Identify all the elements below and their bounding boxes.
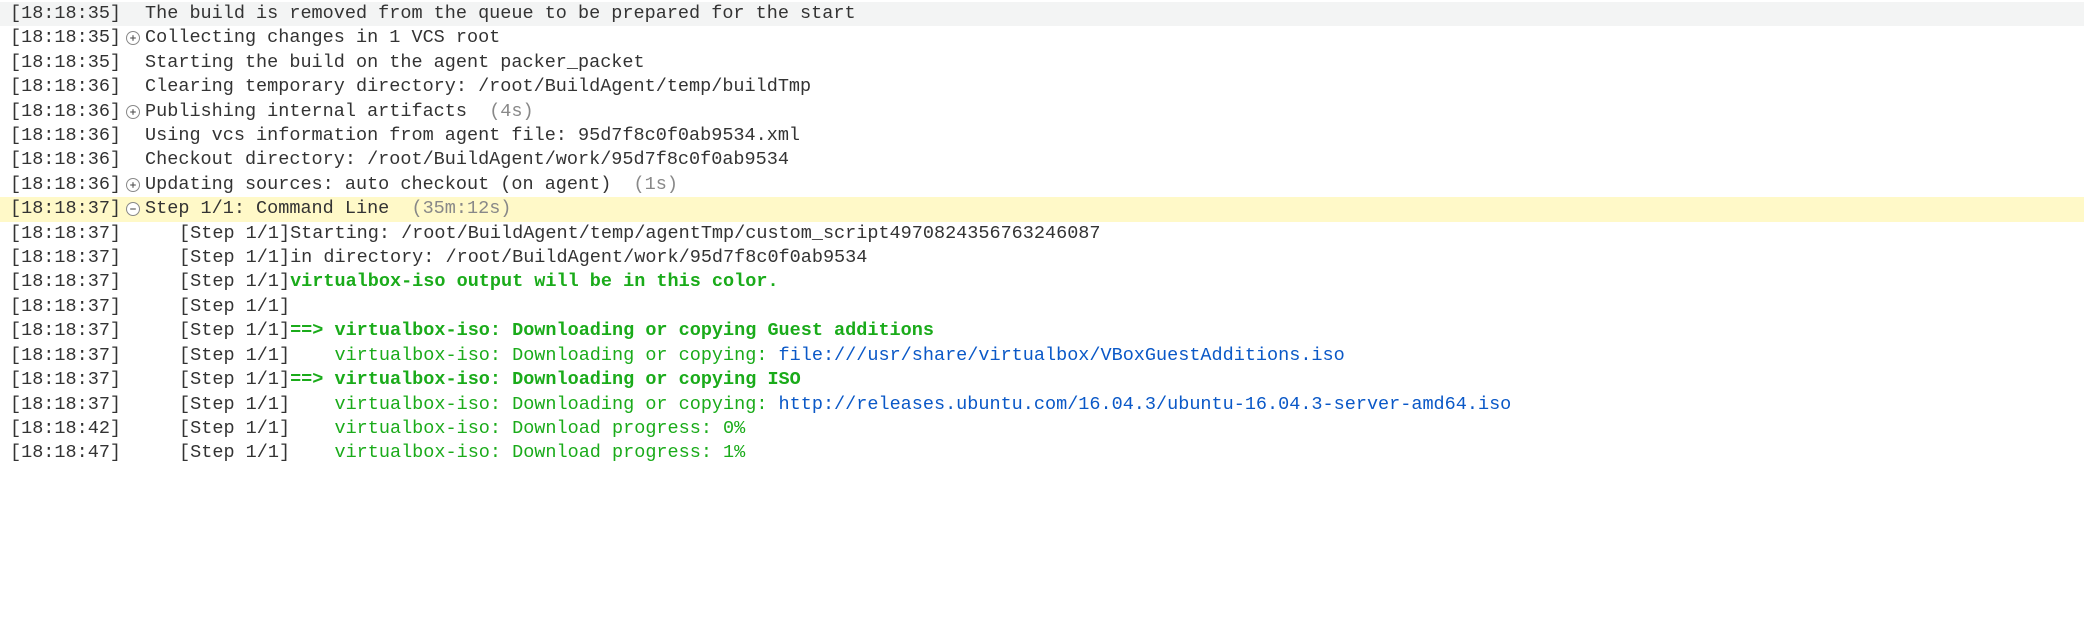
expand-icon[interactable] [126, 105, 140, 119]
log-text: virtualbox-iso: Downloading or copying: [290, 344, 778, 368]
log-line: [18:18:36]Publishing internal artifacts … [0, 100, 2084, 124]
timestamp: [18:18:37] [10, 319, 121, 343]
step-prefix: [Step 1/1] [179, 270, 290, 294]
step-prefix: [Step 1/1] [179, 441, 290, 465]
gutter [121, 202, 145, 216]
log-text: (1s) [622, 173, 678, 197]
timestamp: [18:18:47] [10, 441, 121, 465]
log-line: [18:18:36] Clearing temporary directory: … [0, 75, 2084, 99]
timestamp: [18:18:37] [10, 270, 121, 294]
log-line: [18:18:37] [Step 1/1] in directory: /root… [0, 246, 2084, 270]
timestamp: [18:18:37] [10, 344, 121, 368]
log-line: [18:18:37] [Step 1/1] [0, 295, 2084, 319]
log-text: (35m:12s) [400, 197, 511, 221]
log-text: virtualbox-iso output will be in this co… [290, 270, 778, 294]
log-line: [18:18:37] Step 1/1: Command Line (35m:12… [0, 197, 2084, 221]
log-text: file:///usr/share/virtualbox/VBoxGuestAd… [779, 344, 1345, 368]
log-line: [18:18:35] Starting the build on the agen… [0, 51, 2084, 75]
timestamp: [18:18:36] [10, 75, 121, 99]
step-prefix: [Step 1/1] [179, 393, 290, 417]
log-text: virtualbox-iso: Download progress: 0% [290, 417, 745, 441]
step-prefix: [Step 1/1] [179, 368, 290, 392]
log-text: Clearing temporary directory: /root/Buil… [145, 75, 811, 99]
log-line: [18:18:37] [Step 1/1] Starting: /root/Bui… [0, 222, 2084, 246]
log-line: [18:18:37] [Step 1/1] virtualbox-iso: Dow… [0, 393, 2084, 417]
timestamp: [18:18:36] [10, 148, 121, 172]
log-line: [18:18:36] Updating sources: auto checkou… [0, 173, 2084, 197]
log-line: [18:18:35] The build is removed from the … [0, 2, 2084, 26]
timestamp: [18:18:37] [10, 197, 121, 221]
log-text: ==> virtualbox-iso: Downloading or copyi… [290, 319, 934, 343]
log-text: Checkout directory: /root/BuildAgent/wor… [145, 148, 789, 172]
step-prefix: [Step 1/1] [179, 417, 290, 441]
log-line: [18:18:37] [Step 1/1] virtualbox-iso: Dow… [0, 344, 2084, 368]
log-text: Starting: /root/BuildAgent/temp/agentTmp… [290, 222, 1100, 246]
timestamp: [18:18:37] [10, 393, 121, 417]
collapse-icon[interactable] [126, 202, 140, 216]
log-text: Using vcs information from agent file: 9… [145, 124, 800, 148]
log-line: [18:18:36] Using vcs information from age… [0, 124, 2084, 148]
step-prefix: [Step 1/1] [179, 295, 290, 319]
log-text: Collecting changes in 1 VCS root [145, 26, 500, 50]
log-text: ==> virtualbox-iso: Downloading or copyi… [290, 368, 801, 392]
log-text: http://releases.ubuntu.com/16.04.3/ubunt… [779, 393, 1512, 417]
timestamp: [18:18:37] [10, 246, 121, 270]
log-line: [18:18:37] [Step 1/1] virtualbox-iso outp… [0, 270, 2084, 294]
timestamp: [18:18:37] [10, 295, 121, 319]
log-text: in directory: /root/BuildAgent/work/95d7… [290, 246, 867, 270]
log-text: Step 1/1: Command Line [145, 197, 400, 221]
timestamp: [18:18:35] [10, 51, 121, 75]
timestamp: [18:18:37] [10, 368, 121, 392]
log-line: [18:18:35] Collecting changes in 1 VCS ro… [0, 26, 2084, 50]
step-prefix: [Step 1/1] [179, 246, 290, 270]
log-line: [18:18:37] [Step 1/1] ==> virtualbox-iso:… [0, 368, 2084, 392]
log-text: Updating sources: auto checkout (on agen… [145, 173, 622, 197]
step-prefix: [Step 1/1] [179, 222, 290, 246]
log-text: The build is removed from the queue to b… [145, 2, 856, 26]
log-text: (4s) [478, 100, 534, 124]
timestamp: [18:18:36] [10, 173, 121, 197]
log-line: [18:18:36] Checkout directory: /root/Buil… [0, 148, 2084, 172]
step-prefix: [Step 1/1] [179, 319, 290, 343]
log-line: [18:18:37] [Step 1/1] ==> virtualbox-iso:… [0, 319, 2084, 343]
log-text: Publishing internal artifacts [145, 100, 478, 124]
timestamp: [18:18:37] [10, 222, 121, 246]
timestamp: [18:18:35] [10, 26, 121, 50]
gutter [121, 105, 145, 119]
timestamp: [18:18:36] [10, 100, 121, 124]
gutter [121, 31, 145, 45]
log-line: [18:18:42] [Step 1/1] virtualbox-iso: Dow… [0, 417, 2084, 441]
timestamp: [18:18:42] [10, 417, 121, 441]
timestamp: [18:18:36] [10, 124, 121, 148]
log-line: [18:18:47] [Step 1/1] virtualbox-iso: Dow… [0, 441, 2084, 465]
expand-icon[interactable] [126, 178, 140, 192]
gutter [121, 178, 145, 192]
expand-icon[interactable] [126, 31, 140, 45]
log-text: virtualbox-iso: Download progress: 1% [290, 441, 745, 465]
log-text: virtualbox-iso: Downloading or copying: [290, 393, 778, 417]
timestamp: [18:18:35] [10, 2, 121, 26]
step-prefix: [Step 1/1] [179, 344, 290, 368]
log-text: Starting the build on the agent packer_p… [145, 51, 645, 75]
build-log: [18:18:35] The build is removed from the … [0, 2, 2084, 466]
